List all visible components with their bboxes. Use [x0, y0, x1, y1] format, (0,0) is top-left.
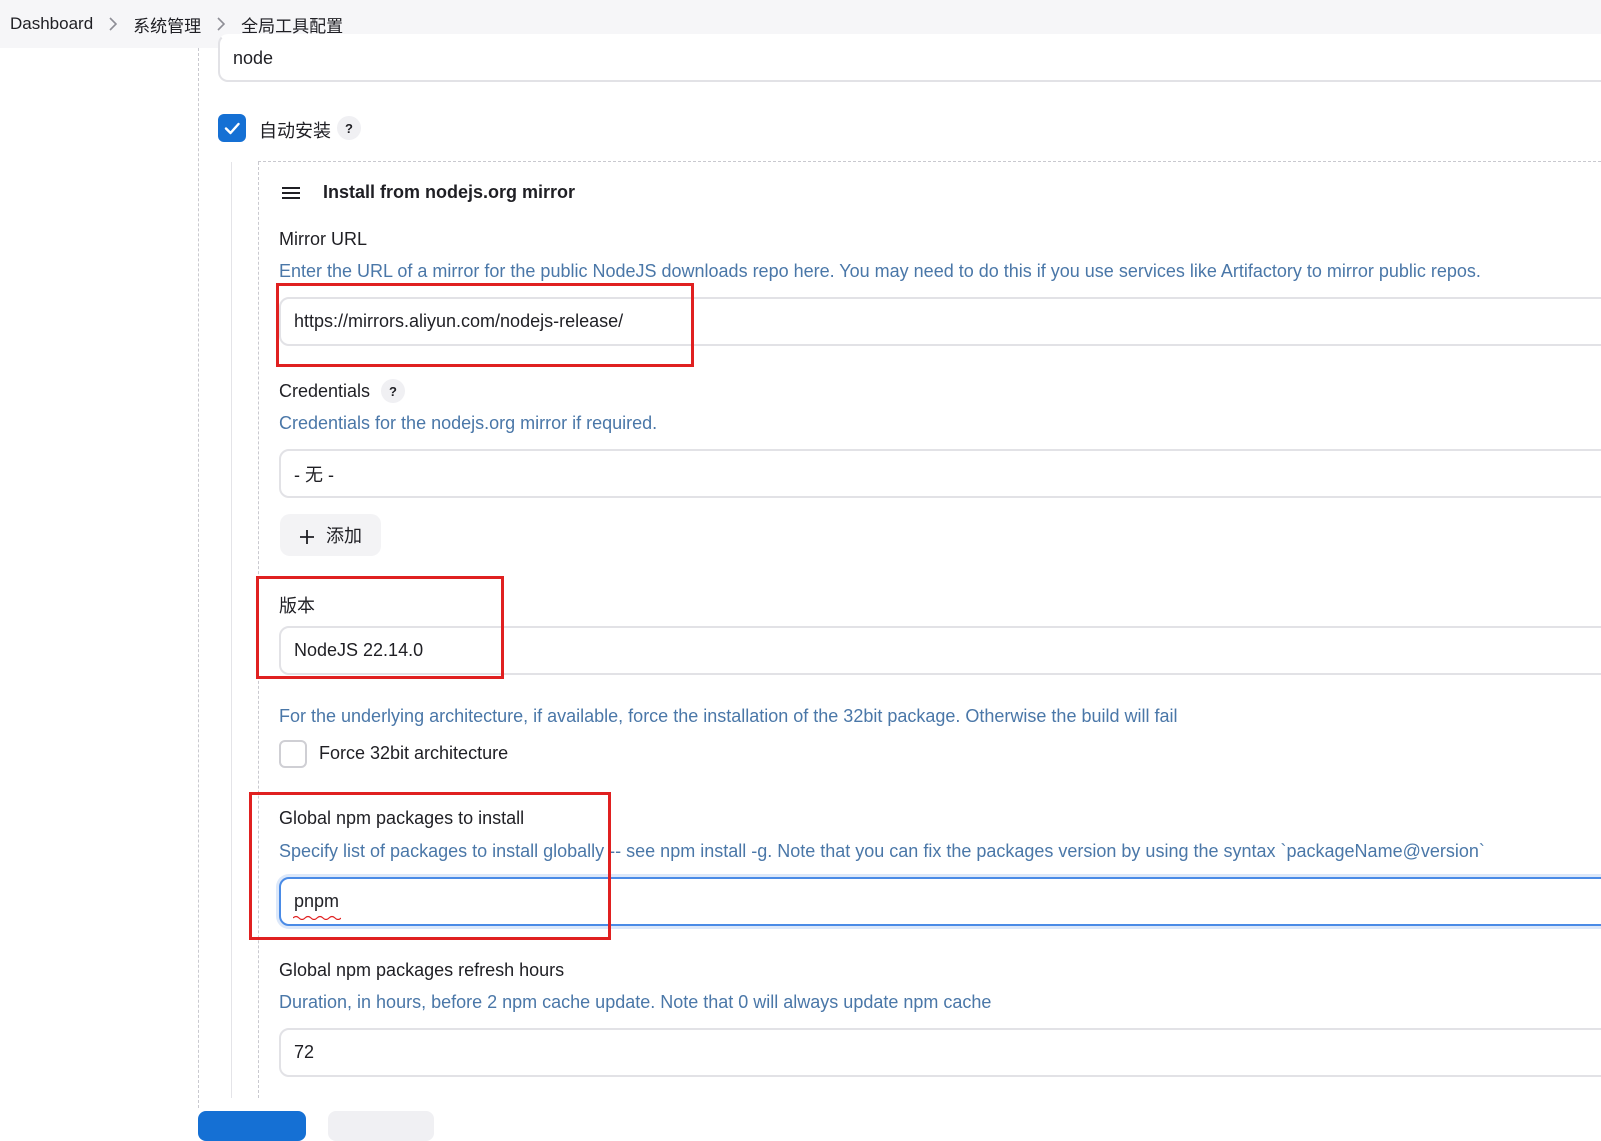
refresh-hours-description: Duration, in hours, before 2 npm cache u… [279, 992, 992, 1012]
save-button[interactable] [198, 1111, 306, 1141]
chevron-right-icon [217, 17, 226, 31]
force32-checkbox[interactable] [279, 740, 307, 768]
refresh-hours-value: 72 [294, 1042, 315, 1062]
checkmark-icon [224, 122, 240, 135]
breadcrumb-system-management[interactable]: 系统管理 [133, 12, 201, 37]
drag-handle-icon[interactable] [281, 186, 301, 200]
refresh-hours-label: Global npm packages refresh hours [279, 960, 565, 980]
installer-title: Install from nodejs.org mirror [323, 182, 576, 202]
left-rail [231, 162, 232, 1098]
auto-install-checkbox[interactable] [218, 114, 246, 142]
tool-name-input[interactable]: node [218, 34, 1601, 82]
refresh-hours-input[interactable]: 72 [279, 1028, 1601, 1077]
outer-dashed-border [198, 48, 199, 1108]
credentials-select[interactable]: - 无 - [279, 449, 1601, 498]
credentials-description: Credentials for the nodejs.org mirror if… [279, 413, 658, 433]
credentials-help-icon[interactable]: ? [381, 379, 405, 403]
chevron-right-icon [109, 17, 118, 31]
auto-install-help-icon[interactable]: ? [337, 116, 361, 140]
inner-dashed-top [258, 161, 1601, 162]
apply-button[interactable] [328, 1111, 434, 1141]
force32-label: Force 32bit architecture [319, 743, 509, 763]
credentials-selected-value: - 无 - [294, 464, 334, 485]
breadcrumb-dashboard[interactable]: Dashboard [10, 14, 93, 34]
auto-install-label: 自动安装 [259, 121, 331, 141]
add-credentials-label: 添加 [326, 526, 362, 546]
credentials-label: Credentials [279, 381, 371, 401]
tool-name-value: node [233, 47, 274, 68]
annotation-box-mirror-url [276, 283, 694, 367]
annotation-box-version [256, 576, 504, 679]
mirror-url-description: Enter the URL of a mirror for the public… [279, 261, 1481, 281]
annotation-box-global-packages [249, 792, 611, 940]
breadcrumb-global-tool-config[interactable]: 全局工具配置 [241, 12, 343, 37]
mirror-url-label: Mirror URL [279, 229, 367, 249]
plus-icon [300, 528, 314, 544]
force32-description: For the underlying architecture, if avai… [279, 706, 1178, 726]
add-credentials-button[interactable]: 添加 [280, 514, 381, 556]
